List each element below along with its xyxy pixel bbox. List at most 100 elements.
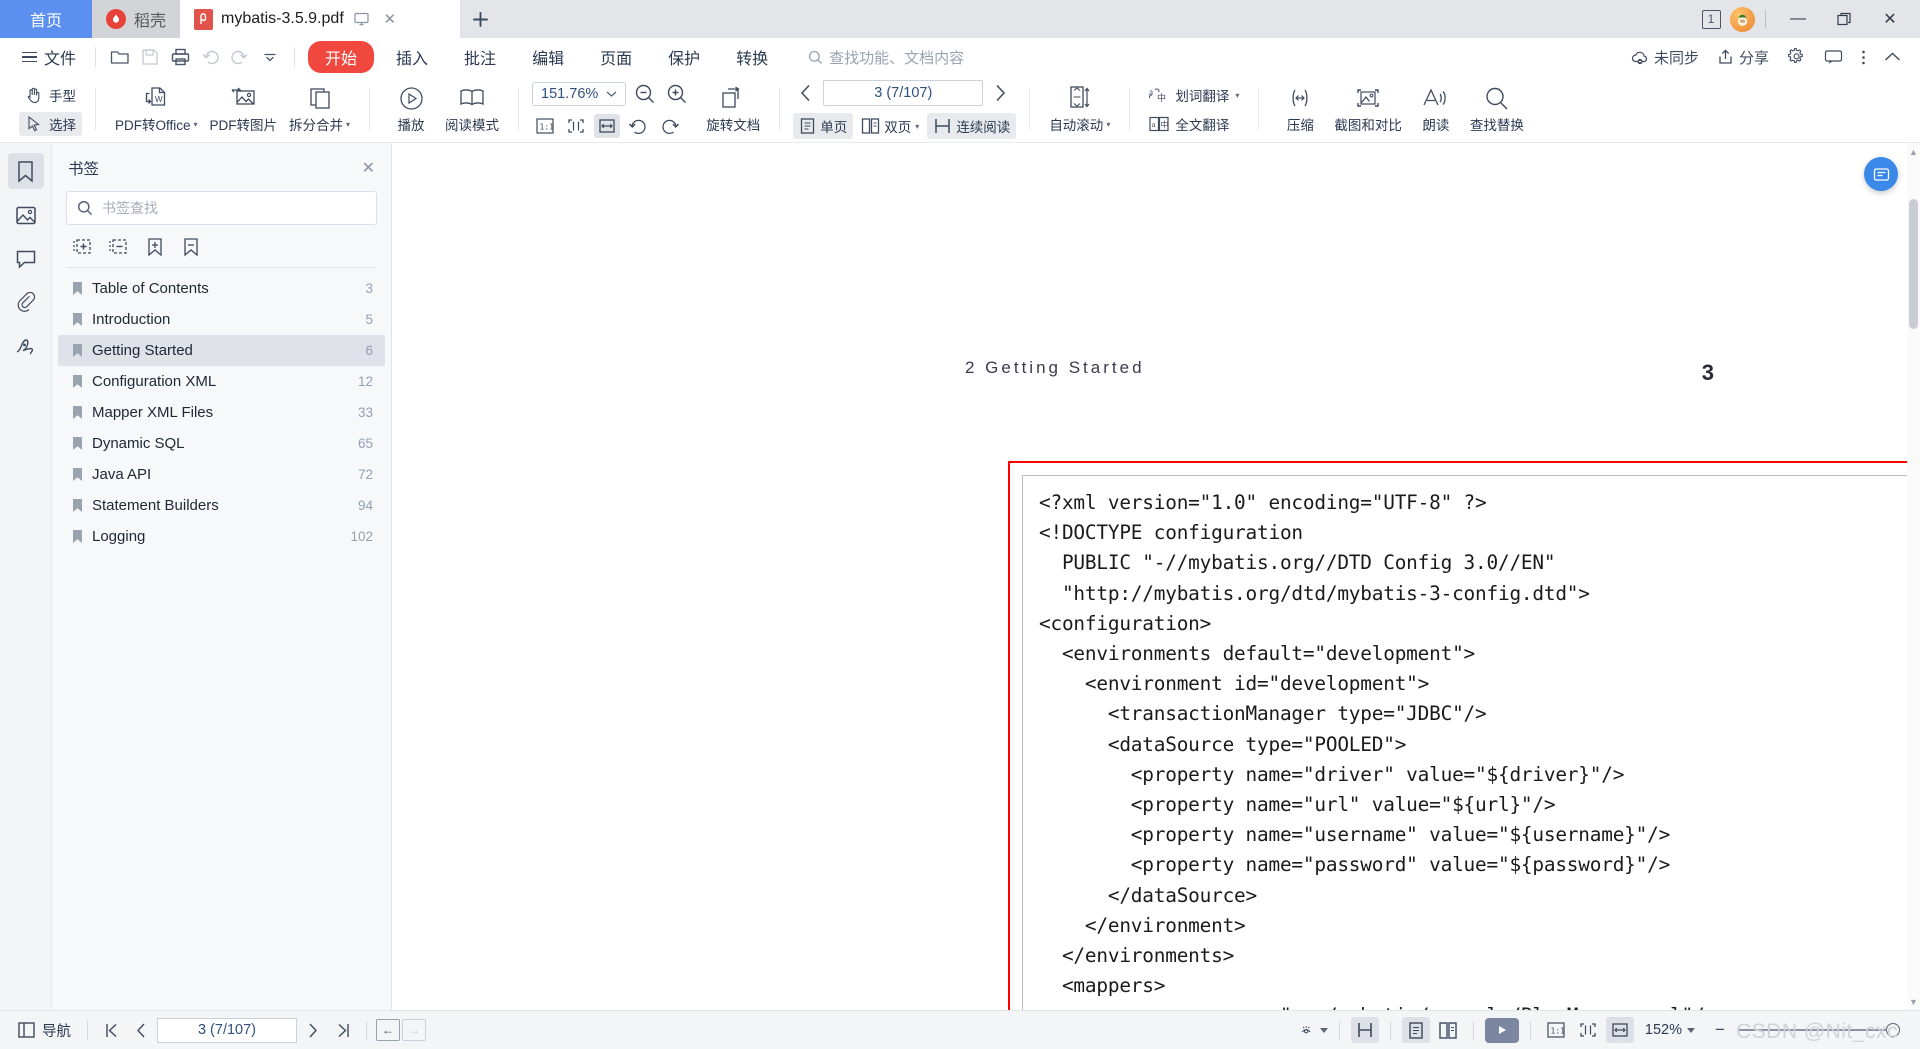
read-mode-button[interactable]: 阅读模式	[439, 80, 505, 140]
more-vertical-icon[interactable]	[1854, 49, 1873, 66]
fit-width-button[interactable]	[1605, 1017, 1634, 1043]
bookmark-item[interactable]: Java API 72	[58, 459, 385, 490]
bookmark-search-input[interactable]: 书签查找	[66, 191, 377, 225]
chevron-down-icon[interactable]: ▾	[915, 122, 919, 131]
double-page-button[interactable]: 双页 ▾	[855, 113, 925, 139]
gear-icon[interactable]	[1780, 47, 1813, 67]
chevron-down-icon[interactable]	[1687, 1027, 1695, 1033]
actual-size-button[interactable]: 1:1	[1542, 1017, 1570, 1043]
cast-icon[interactable]	[352, 9, 372, 29]
actual-size-button[interactable]: 1:1	[532, 114, 558, 138]
add-bookmark-icon[interactable]	[144, 236, 166, 258]
zoom-slider-knob[interactable]	[1886, 1023, 1900, 1037]
single-page-button[interactable]: 单页	[793, 113, 854, 139]
select-tool-button[interactable]: 选择	[19, 112, 82, 136]
collapse-ribbon-icon[interactable]	[1877, 51, 1908, 63]
ribbon-tab-start[interactable]: 开始	[308, 41, 375, 73]
fit-page-button[interactable]	[563, 114, 589, 138]
user-avatar[interactable]	[1730, 6, 1755, 32]
slideshow-button[interactable]	[1484, 1017, 1519, 1043]
remove-bookmark-icon[interactable]	[180, 236, 202, 258]
split-merge-button[interactable]: 拆分合并 ▾	[283, 80, 356, 140]
close-panel-icon[interactable]: ✕	[362, 158, 375, 178]
chevron-down-icon[interactable]: ▾	[194, 120, 198, 129]
rail-attachments[interactable]	[8, 285, 44, 321]
rotate-document-button[interactable]: 旋转文档	[700, 80, 766, 140]
rotate-right-button[interactable]	[656, 114, 682, 138]
page-number-input[interactable]: 3 (7/107)	[823, 80, 984, 106]
bookmark-item[interactable]: Configuration XML 12	[58, 366, 385, 397]
ribbon-tab-insert[interactable]: 插入	[382, 42, 442, 72]
scroll-down-icon[interactable]: ▼	[1908, 995, 1919, 1008]
zoom-level-select[interactable]: 151.76%	[532, 82, 627, 106]
screenshot-compare-button[interactable]: 截图和对比	[1328, 80, 1408, 140]
chevron-down-icon[interactable]	[1319, 1027, 1328, 1033]
next-page-button[interactable]	[299, 1017, 327, 1043]
redo-icon[interactable]	[225, 43, 255, 71]
scrollbar-thumb[interactable]	[1909, 199, 1918, 329]
autoscroll-button[interactable]: 自动滚动 ▾	[1043, 80, 1116, 140]
tab-docer[interactable]: 稻壳	[92, 0, 181, 38]
restore-button[interactable]	[1822, 0, 1866, 38]
full-translate-button[interactable]: a中 全文翻译	[1143, 112, 1245, 136]
rail-signature[interactable]	[8, 329, 44, 365]
zoom-slider[interactable]	[1738, 1023, 1900, 1037]
ribbon-tab-page[interactable]: 页面	[586, 42, 646, 72]
prev-page-button[interactable]	[793, 80, 819, 106]
last-page-button[interactable]	[329, 1017, 357, 1043]
customize-quick-access-icon[interactable]	[255, 43, 285, 71]
zoom-out-button[interactable]	[632, 81, 658, 107]
rotate-left-button[interactable]	[625, 114, 651, 138]
pdf-viewer[interactable]: 2 Getting Started 3 <?xml version="1.0" …	[392, 143, 1920, 1010]
fit-width-button[interactable]	[594, 114, 621, 138]
rail-bookmarks[interactable]	[7, 153, 44, 189]
ribbon-tab-edit[interactable]: 编辑	[518, 42, 578, 72]
first-page-button[interactable]	[97, 1017, 125, 1043]
pdf-to-office-button[interactable]: W PDF转Office ▾	[109, 80, 204, 140]
zoom-out-button[interactable]: −	[1706, 1017, 1734, 1043]
share-button[interactable]: 分享	[1710, 47, 1776, 68]
bookmark-item[interactable]: Statement Builders 94	[58, 490, 385, 521]
wps-assistant-button[interactable]	[1864, 157, 1898, 191]
save-icon[interactable]	[135, 43, 165, 71]
tab-document[interactable]: mybatis-3.5.9.pdf ✕	[180, 0, 461, 38]
comment-icon[interactable]	[1817, 49, 1850, 65]
ribbon-tab-protect[interactable]: 保护	[654, 42, 714, 72]
file-menu-button[interactable]: 文件	[12, 45, 86, 69]
ribbon-tab-convert[interactable]: 转换	[722, 42, 782, 72]
pdf-to-image-button[interactable]: PDF转图片	[204, 80, 284, 140]
single-page-view-button[interactable]	[1401, 1017, 1430, 1043]
view-mode-button[interactable]	[1300, 1017, 1328, 1043]
open-folder-icon[interactable]	[105, 43, 135, 71]
bookmark-item[interactable]: Introduction 5	[58, 304, 385, 335]
bookmark-item[interactable]: Table of Contents 3	[58, 273, 385, 304]
find-replace-button[interactable]: 查找替换	[1464, 80, 1530, 140]
vertical-scrollbar[interactable]: ▲ ▼	[1907, 143, 1920, 1010]
bookmark-item[interactable]: Getting Started 6	[58, 335, 385, 366]
zoom-in-button[interactable]	[664, 81, 690, 107]
hand-tool-button[interactable]: 手型	[19, 83, 82, 107]
go-forward-button[interactable]: →	[402, 1019, 426, 1041]
continuous-scroll-button[interactable]	[1350, 1017, 1379, 1043]
fit-page-button[interactable]	[1574, 1017, 1602, 1043]
rail-thumbnails[interactable]	[8, 197, 44, 233]
go-back-button[interactable]: ←	[376, 1019, 400, 1041]
scroll-up-icon[interactable]: ▲	[1908, 145, 1919, 158]
play-button[interactable]: 播放	[383, 80, 439, 140]
collapse-all-icon[interactable]	[108, 236, 130, 258]
close-button[interactable]: ✕	[1868, 0, 1912, 38]
rail-comments[interactable]	[8, 241, 44, 277]
expand-all-icon[interactable]	[72, 236, 94, 258]
prev-page-button[interactable]	[127, 1017, 155, 1043]
double-page-view-button[interactable]	[1434, 1017, 1462, 1043]
global-search-input[interactable]: 查找功能、文档内容	[808, 47, 964, 68]
zoom-level-button[interactable]: 152%	[1638, 1017, 1702, 1044]
minimize-button[interactable]: —	[1776, 0, 1820, 38]
ribbon-tab-annotate[interactable]: 批注	[450, 42, 510, 72]
tab-close-icon[interactable]: ✕	[380, 9, 400, 29]
navigation-toggle-button[interactable]: 导航	[10, 1017, 78, 1044]
sync-status-button[interactable]: 未同步	[1624, 47, 1706, 68]
bookmark-item[interactable]: Logging 102	[58, 521, 385, 552]
read-aloud-button[interactable]: 朗读	[1408, 80, 1464, 140]
print-icon[interactable]	[165, 43, 195, 71]
